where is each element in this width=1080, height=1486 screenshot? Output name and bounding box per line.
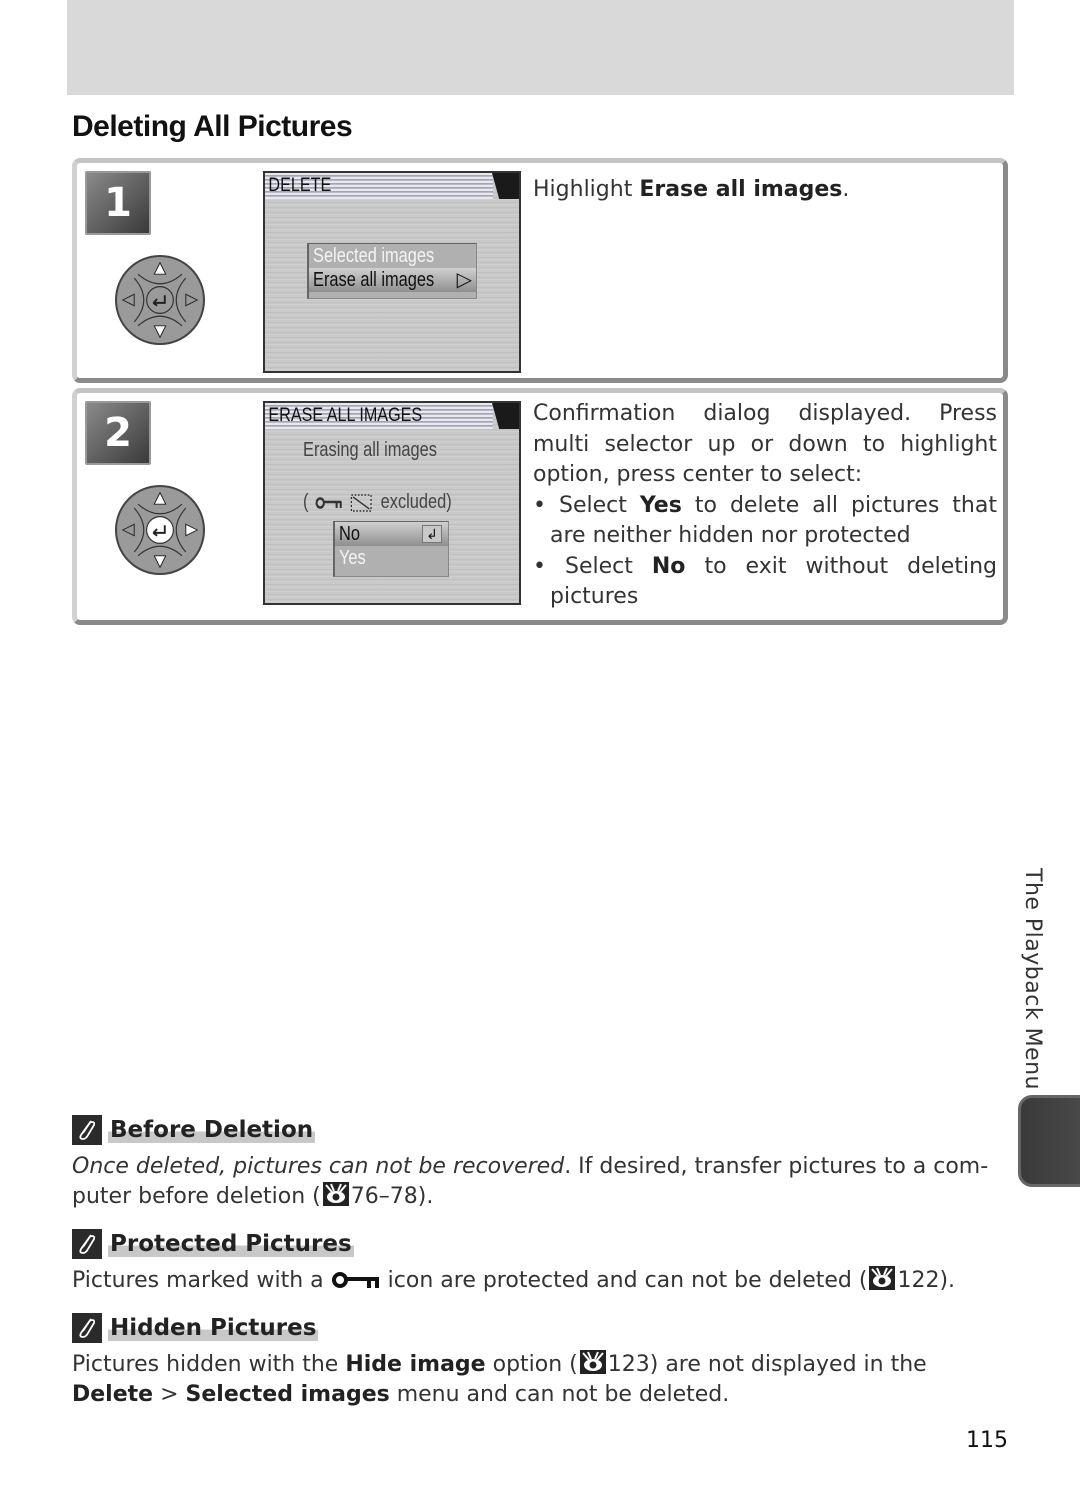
multi-selector-center-icon xyxy=(115,485,205,575)
step-2-bullet-no: • Select No to exit without deleting pic… xyxy=(533,553,997,610)
page-number: 115 xyxy=(966,1428,1008,1453)
arrow-right-icon: ▷ xyxy=(456,269,472,291)
step-number: 1 xyxy=(85,171,151,235)
step-1-instruction: Highlight Erase all images. xyxy=(533,177,850,202)
lcd-menu-item-selected-images: Selected images xyxy=(313,245,435,267)
paperclip-note-icon xyxy=(72,1313,102,1343)
lcd-menu-item-yes: Yes xyxy=(339,547,366,569)
note-before-deletion: Before Deletion Once deleted, pictures c… xyxy=(72,1114,1008,1212)
lcd-title: ERASE ALL IMAGES xyxy=(265,403,493,429)
page-reference-icon xyxy=(579,1350,606,1374)
step-2-box: 2 ERASE ALL IMAGES Erasing all images ( … xyxy=(72,388,1008,625)
step-2-bullet-yes: • Select Yes to delete all pictures that… xyxy=(533,492,997,549)
note-body: Pictures marked with a icon are protecte… xyxy=(72,1266,956,1293)
page-reference-icon xyxy=(869,1266,896,1290)
multi-selector-icon xyxy=(115,255,205,345)
note-title: Protected Pictures xyxy=(108,1231,354,1257)
lcd-menu: No ↲ Yes xyxy=(333,521,449,577)
step-1-box: 1 DELETE Selected images Erase all image… xyxy=(72,158,1008,383)
camera-lcd-erase-confirm: ERASE ALL IMAGES Erasing all images ( ex… xyxy=(263,401,521,605)
step-2-instruction: Confirmation dialog displayed. Press mul… xyxy=(533,399,997,613)
lcd-menu-item-no: No ↲ xyxy=(335,522,448,546)
header-band xyxy=(67,0,1014,95)
camera-lcd-delete-menu: DELETE Selected images Erase all images … xyxy=(263,171,521,373)
lcd-menu-item-erase-all: Erase all images ▷ xyxy=(309,268,476,292)
page-title: Deleting All Pictures xyxy=(72,110,353,143)
step-number: 2 xyxy=(85,401,151,465)
note-title: Before Deletion xyxy=(108,1117,316,1143)
lcd-message: Erasing all images xyxy=(303,439,438,461)
protect-key-icon xyxy=(315,496,342,509)
step-2-intro: Confirmation dialog displayed. Press mul… xyxy=(533,401,997,487)
note-title: Hidden Pictures xyxy=(108,1315,319,1341)
lcd-title: DELETE xyxy=(265,173,493,199)
note-hidden-pictures: Hidden Pictures Pictures hidden with the… xyxy=(72,1312,1008,1410)
paperclip-note-icon xyxy=(72,1115,102,1145)
section-thumb-tab xyxy=(1018,1095,1080,1187)
paperclip-note-icon xyxy=(72,1229,102,1259)
hidden-image-icon xyxy=(350,493,372,512)
note-body: Once deleted, pictures can not be recove… xyxy=(72,1154,989,1209)
protect-key-icon xyxy=(331,1272,379,1288)
lcd-exclusion-note: ( excluded) xyxy=(303,491,452,513)
section-tab-label: The Playback Menu xyxy=(1020,868,1045,1090)
note-body: Pictures hidden with the Hide image opti… xyxy=(72,1350,927,1407)
enter-icon: ↲ xyxy=(422,525,442,543)
note-protected-pictures: Protected Pictures Pictures marked with … xyxy=(72,1228,1008,1296)
page-reference-icon xyxy=(322,1182,349,1206)
lcd-menu: Selected images Erase all images ▷ xyxy=(307,243,477,299)
